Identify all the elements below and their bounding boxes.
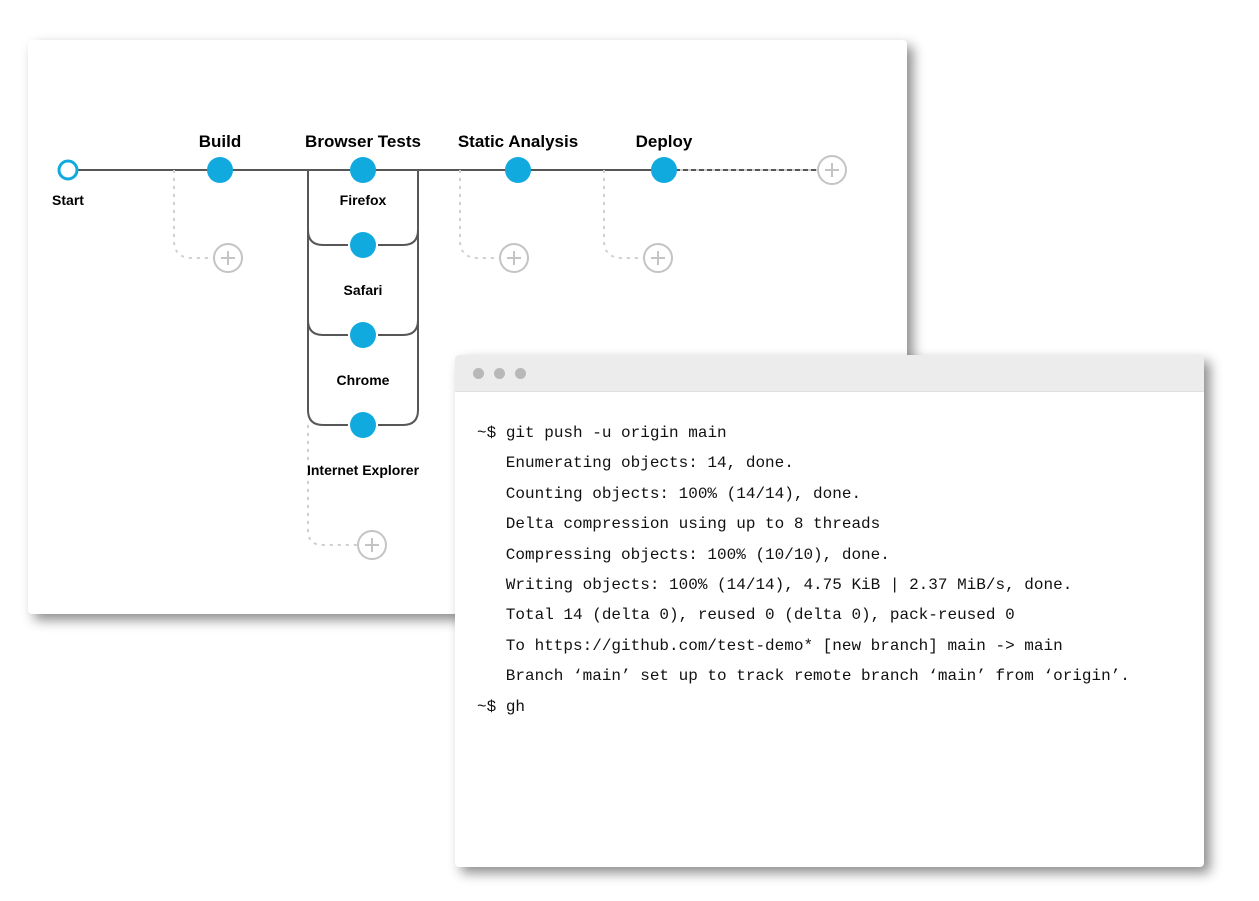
stage-label-static-analysis[interactable]: Static Analysis [458,132,578,152]
terminal-titlebar [455,355,1204,392]
canvas: Build Browser Tests Static Analysis Depl… [0,0,1259,901]
window-dot-icon [473,368,484,379]
terminal-command-line: ~$ git push -u origin main [477,418,1182,448]
window-dot-icon [515,368,526,379]
browser-node-chrome[interactable]: Chrome [337,372,390,388]
browser-node-firefox[interactable]: Firefox [340,192,387,208]
terminal-panel: ~$ git push -u origin main Enumerating o… [455,355,1204,867]
terminal-output-line: Compressing objects: 100% (10/10), done. [477,540,1182,570]
window-dot-icon [494,368,505,379]
terminal-body[interactable]: ~$ git push -u origin main Enumerating o… [455,392,1204,744]
add-stage-button[interactable] [817,155,847,185]
terminal-output-line: Branch ‘main’ set up to track remote bra… [477,661,1182,691]
terminal-output-line: Enumerating objects: 14, done. [477,448,1182,478]
terminal-output-line: To https://github.com/test-demo* [new br… [477,631,1182,661]
terminal-output-line: Delta compression using up to 8 threads [477,509,1182,539]
stage-label-deploy[interactable]: Deploy [636,132,693,152]
add-parallel-build-button[interactable] [213,243,243,273]
terminal-command-line: ~$ gh [477,692,1182,722]
add-parallel-static-button[interactable] [499,243,529,273]
terminal-output-line: Writing objects: 100% (14/14), 4.75 KiB … [477,570,1182,600]
add-parallel-browser-button[interactable] [357,530,387,560]
browser-node-ie[interactable]: Internet Explorer [307,462,419,478]
stage-label-browser-tests[interactable]: Browser Tests [305,132,421,152]
terminal-output-line: Counting objects: 100% (14/14), done. [477,479,1182,509]
add-parallel-deploy-button[interactable] [643,243,673,273]
stage-label-build[interactable]: Build [199,132,242,152]
terminal-output-line: Total 14 (delta 0), reused 0 (delta 0), … [477,600,1182,630]
browser-node-safari[interactable]: Safari [344,282,383,298]
start-label: Start [52,192,84,208]
